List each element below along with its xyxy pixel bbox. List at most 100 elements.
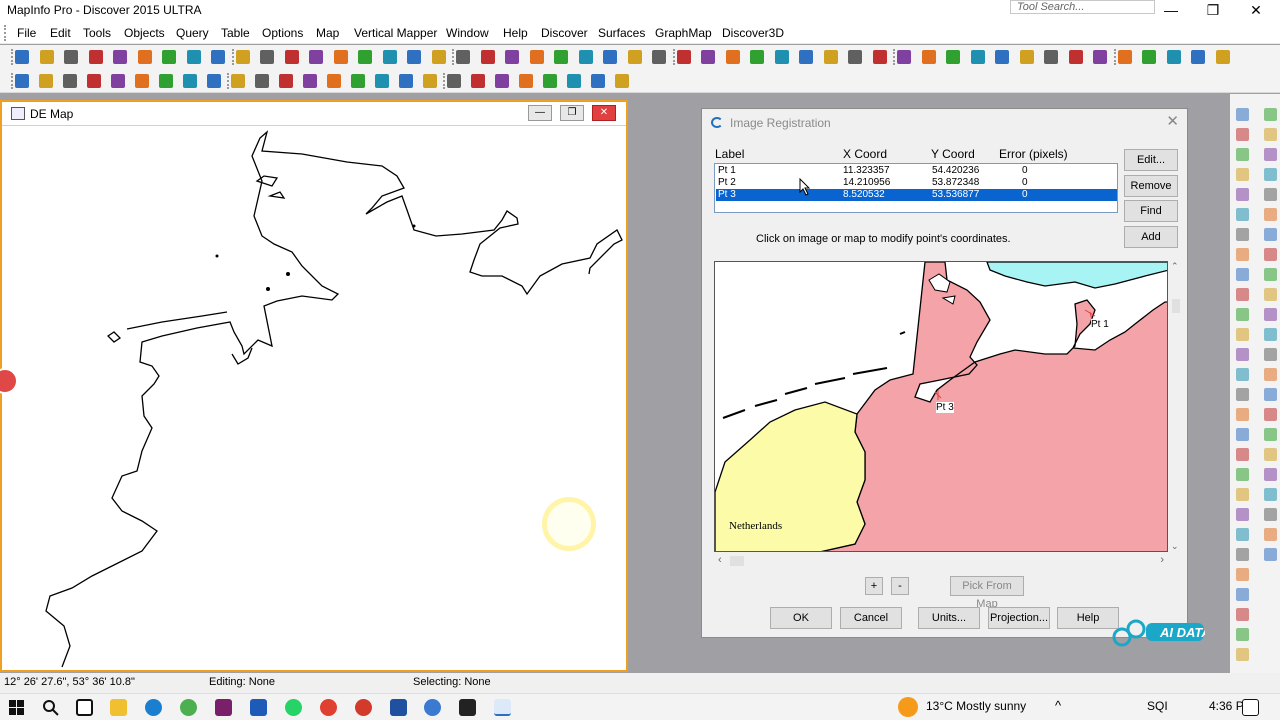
scroll-up-icon[interactable]: ⌃ <box>1171 261 1179 272</box>
map-tool-icon[interactable] <box>1264 488 1277 501</box>
map-tool-icon[interactable] <box>1264 148 1277 161</box>
col-x-header[interactable]: X Coord <box>843 147 887 161</box>
secondary-tool-icon[interactable] <box>567 74 581 88</box>
main-tool-icon[interactable] <box>15 50 29 64</box>
map-tool-icon[interactable] <box>1264 188 1277 201</box>
main-tool-icon[interactable] <box>970 50 985 64</box>
minimize-button[interactable]: — <box>1156 1 1186 19</box>
main-tool-icon[interactable] <box>333 50 348 64</box>
map-tool-icon[interactable] <box>1236 248 1249 261</box>
col-error-header[interactable]: Error (pixels) <box>999 147 1068 161</box>
secondary-tool-icon[interactable] <box>351 74 365 88</box>
units-button[interactable]: Units... <box>918 607 980 629</box>
secondary-tool-icon[interactable] <box>135 74 149 88</box>
map-tool-icon[interactable] <box>1264 448 1277 461</box>
col-label-header[interactable]: Label <box>715 147 744 161</box>
scroll-left-icon[interactable]: ‹ <box>718 554 722 566</box>
main-tool-icon[interactable] <box>407 50 421 64</box>
edge-icon[interactable] <box>145 699 162 716</box>
main-tool-icon[interactable] <box>1215 50 1230 64</box>
map-tool-icon[interactable] <box>1264 548 1277 561</box>
edit-button[interactable]: Edit... <box>1124 149 1178 171</box>
map-tool-icon[interactable] <box>1236 448 1249 461</box>
windows-start-icon[interactable] <box>8 699 25 716</box>
main-tool-icon[interactable] <box>1068 50 1083 64</box>
map-tool-icon[interactable] <box>1264 228 1277 241</box>
map-tool-icon[interactable] <box>1264 308 1277 321</box>
menu-edit[interactable]: Edit <box>50 26 71 40</box>
map-tool-icon[interactable] <box>1264 508 1277 521</box>
secondary-tool-icon[interactable] <box>183 74 197 88</box>
main-tool-icon[interactable] <box>162 50 176 64</box>
menu-options[interactable]: Options <box>262 26 303 40</box>
menu-objects[interactable]: Objects <box>124 26 165 40</box>
main-tool-icon[interactable] <box>1191 50 1205 64</box>
ok-button[interactable]: OK <box>770 607 832 629</box>
whatsapp-icon[interactable] <box>285 699 302 716</box>
menu-graphmap[interactable]: GraphMap <box>655 26 712 40</box>
main-tool-icon[interactable] <box>750 50 764 64</box>
menu-discover3d[interactable]: Discover3D <box>722 26 784 40</box>
menu-file[interactable]: File <box>17 26 36 40</box>
map-tool-icon[interactable] <box>1264 268 1277 281</box>
map-tool-icon[interactable] <box>1264 468 1277 481</box>
map-tool-icon[interactable] <box>1264 348 1277 361</box>
main-tool-icon[interactable] <box>1142 50 1156 64</box>
map-tool-icon[interactable] <box>1236 628 1249 641</box>
map-close-button[interactable]: ✕ <box>592 105 616 121</box>
secondary-tool-icon[interactable] <box>63 74 77 88</box>
secondary-tool-icon[interactable] <box>87 74 101 88</box>
map-minimize-button[interactable]: — <box>528 105 552 121</box>
main-tool-icon[interactable] <box>1019 50 1034 64</box>
secondary-tool-icon[interactable] <box>111 74 125 88</box>
zoom-in-button[interactable]: + <box>865 577 883 595</box>
secondary-tool-icon[interactable] <box>591 74 605 88</box>
list-item[interactable]: Pt 2 14.210956 53.872348 0 <box>716 177 1117 189</box>
secondary-tool-icon[interactable] <box>39 74 53 88</box>
main-tool-icon[interactable] <box>774 50 789 64</box>
main-tool-icon[interactable] <box>39 50 54 64</box>
main-tool-icon[interactable] <box>676 50 691 64</box>
app-icon-green[interactable] <box>180 699 197 716</box>
app-icon-purple[interactable] <box>215 699 232 716</box>
dialog-close-button[interactable]: ✕ <box>1166 112 1179 130</box>
map-tool-icon[interactable] <box>1236 608 1249 621</box>
file-explorer-icon[interactable] <box>110 699 127 716</box>
main-tool-icon[interactable] <box>921 50 936 64</box>
secondary-tool-icon[interactable] <box>255 74 269 88</box>
registration-image-view[interactable]: Netherlands Pt 1 Pt 3 <box>714 261 1168 552</box>
map-tool-icon[interactable] <box>1264 368 1277 381</box>
chrome-icon-2[interactable] <box>355 699 372 716</box>
map-tool-icon[interactable] <box>1264 328 1277 341</box>
main-tool-icon[interactable] <box>554 50 568 64</box>
map-tool-icon[interactable] <box>1236 428 1249 441</box>
main-tool-icon[interactable] <box>505 50 519 64</box>
map-tool-icon[interactable] <box>1236 208 1249 221</box>
main-tool-icon[interactable] <box>88 50 103 64</box>
chrome-icon[interactable] <box>320 699 337 716</box>
main-tool-icon[interactable] <box>211 50 225 64</box>
map-tool-icon[interactable] <box>1264 128 1277 141</box>
menu-table[interactable]: Table <box>221 26 250 40</box>
menu-surfaces[interactable]: Surfaces <box>598 26 645 40</box>
secondary-tool-icon[interactable] <box>471 74 485 88</box>
map-tool-icon[interactable] <box>1264 388 1277 401</box>
tool-search-input[interactable]: Tool Search... <box>1010 0 1155 14</box>
word-icon[interactable] <box>250 699 267 716</box>
main-tool-icon[interactable] <box>627 50 642 64</box>
close-button[interactable]: ✕ <box>1241 1 1271 19</box>
map-tool-icon[interactable] <box>1236 348 1249 361</box>
main-tool-icon[interactable] <box>823 50 838 64</box>
add-button[interactable]: Add <box>1124 226 1178 248</box>
map-tool-icon[interactable] <box>1236 108 1249 121</box>
scroll-right-icon[interactable]: › <box>1160 554 1164 566</box>
main-tool-icon[interactable] <box>260 50 274 64</box>
restore-button[interactable]: ❐ <box>1198 1 1228 19</box>
main-tool-icon[interactable] <box>946 50 960 64</box>
secondary-tool-icon[interactable] <box>231 74 245 88</box>
list-item-selected[interactable]: Pt 3 8.520532 53.536877 0 <box>716 189 1117 201</box>
col-y-header[interactable]: Y Coord <box>931 147 975 161</box>
map-tool-icon[interactable] <box>1264 408 1277 421</box>
map-tool-icon[interactable] <box>1264 168 1277 181</box>
main-tool-icon[interactable] <box>1044 50 1058 64</box>
